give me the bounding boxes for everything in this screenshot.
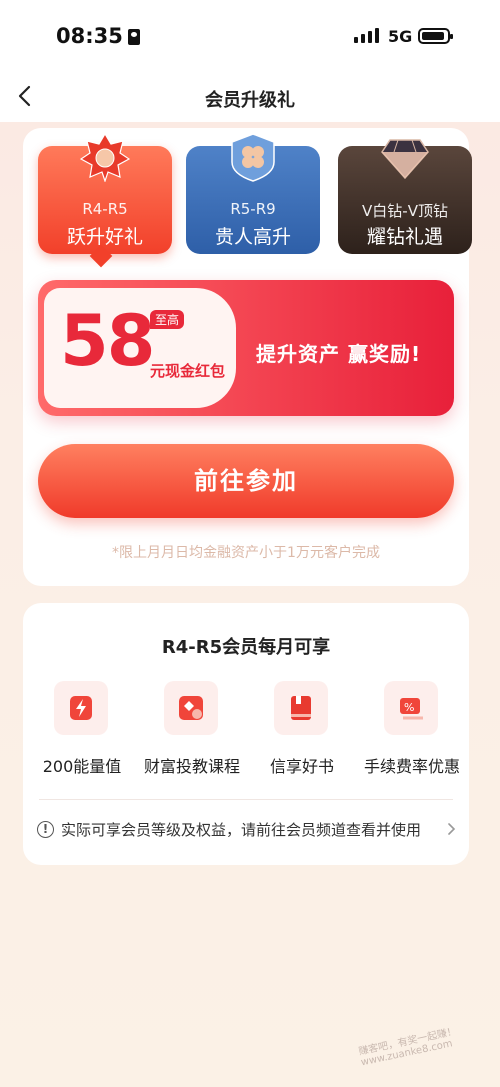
red-star-medal-icon <box>80 132 130 182</box>
upgrade-gift-card: R4-R5 跃升好礼 R5-R9 贵人高升 V白钻-V顶钻 耀钻礼遇 58 至高… <box>23 128 472 586</box>
tab-label: 耀钻礼遇 <box>366 226 443 248</box>
diamond-icon <box>381 139 429 180</box>
tab-v-diamond[interactable]: V白钻-V顶钻 耀钻礼遇 <box>338 139 472 254</box>
reward-unit: 元现金红包 <box>150 362 226 380</box>
blue-clover-badge-icon <box>231 133 275 182</box>
info-text: 实际可享会员等级及权益，请前往会员频道查看并使用 <box>61 821 422 839</box>
info-icon: ! <box>37 821 54 838</box>
energy-icon <box>54 681 108 735</box>
discount-icon: % <box>384 681 438 735</box>
reward-slogan: 提升资产 赢奖励! <box>256 342 422 366</box>
benefit-label: 手续费率优惠 <box>363 757 460 776</box>
reward-amount-panel: 58 至高 元现金红包 <box>44 288 236 408</box>
status-time: 08:35 <box>56 24 140 48</box>
tab-label: 跃升好礼 <box>66 226 143 248</box>
book-icon <box>274 681 328 735</box>
max-badge: 至高 <box>150 310 185 329</box>
tab-r4-r5[interactable]: R4-R5 跃升好礼 <box>38 132 172 254</box>
benefit-label: 200能量值 <box>42 757 122 776</box>
page-title: 会员升级礼 <box>205 90 295 111</box>
benefit-label: 财富投教课程 <box>143 757 240 776</box>
svg-text:%: % <box>404 701 414 714</box>
tab-range: R4-R5 <box>82 200 128 218</box>
watermark: 赚客吧，有奖一起赚！www.zuanke8.com <box>357 1026 458 1069</box>
cash-reward-banner: 58 至高 元现金红包 提升资产 赢奖励! <box>38 280 454 416</box>
network-label: 5G <box>388 27 413 46</box>
status-bar: 08:35 5G <box>0 0 500 70</box>
divider <box>39 799 453 800</box>
chevron-right-icon <box>448 823 456 835</box>
benefits-list: 200能量值 财富投教课程 信享好书 % 手续费率优惠 <box>23 681 469 781</box>
monthly-benefits-card: R4-R5会员每月可享 200能量值 财富投教课程 信享好书 % 手续费率优惠 <box>23 603 469 865</box>
eligibility-note: *限上月月日均金融资产小于1万元客户完成 <box>112 545 380 561</box>
join-button[interactable]: 前往参加 <box>38 444 454 518</box>
sim-icon <box>127 29 140 45</box>
tab-range: V白钻-V顶钻 <box>362 202 448 220</box>
benefits-title: R4-R5会员每月可享 <box>161 637 331 658</box>
benefit-label: 信享好书 <box>269 757 334 776</box>
tab-range: R5-R9 <box>230 200 276 218</box>
tab-label: 贵人高升 <box>214 226 291 248</box>
reward-amount: 58 <box>60 300 155 382</box>
course-icon <box>164 681 218 735</box>
tab-r5-r9[interactable]: R5-R9 贵人高升 <box>186 133 320 254</box>
battery-icon <box>418 28 453 44</box>
signal-icon <box>354 28 379 43</box>
nav-bar: 会员升级礼 <box>0 70 500 122</box>
member-channel-link[interactable]: ! 实际可享会员等级及权益，请前往会员频道查看并使用 <box>37 819 457 841</box>
